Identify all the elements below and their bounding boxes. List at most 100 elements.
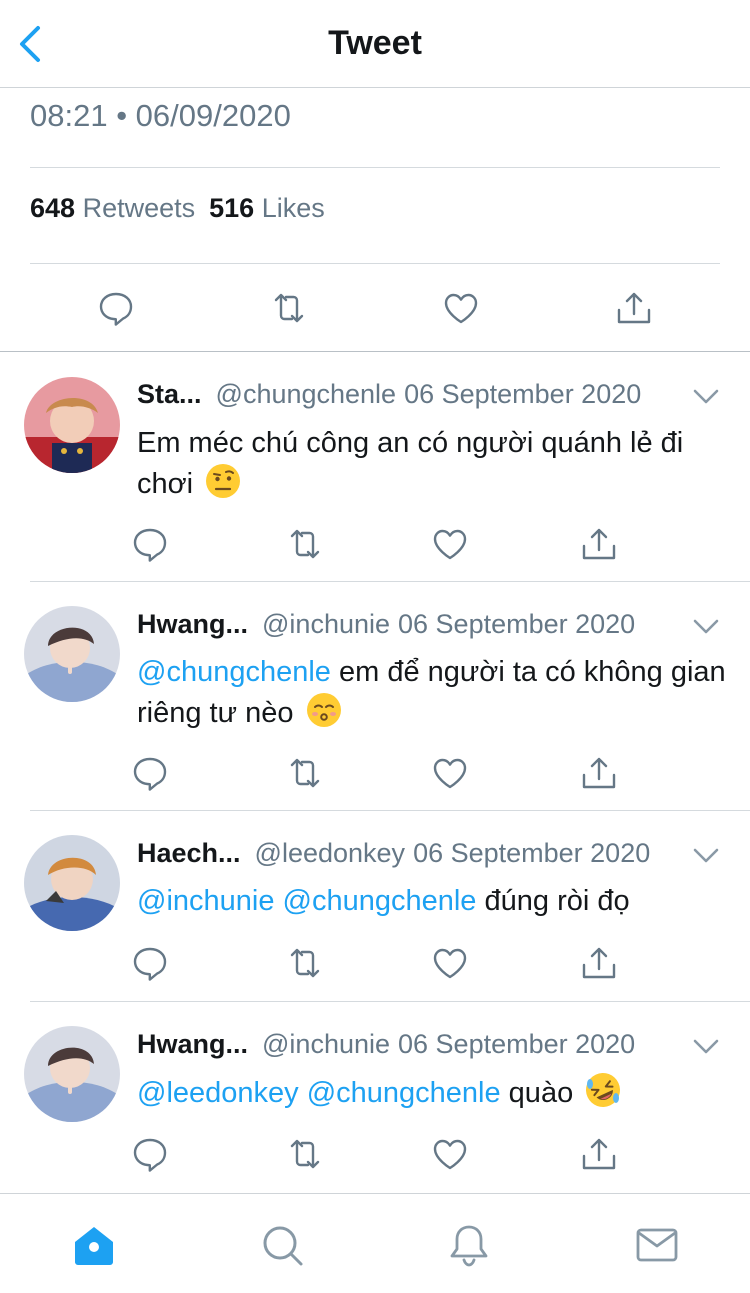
reply-text: @chungchenle em để người ta có không gia… — [137, 652, 727, 733]
reply-icon — [94, 286, 138, 330]
tab-search[interactable] — [259, 1222, 305, 1268]
retweets-stat[interactable]: 648 Retweets — [30, 193, 195, 223]
like-button[interactable] — [428, 751, 472, 795]
mention-link[interactable]: @leedonkey @chungchenle — [137, 1077, 501, 1109]
chevron-down-icon[interactable] — [692, 387, 720, 407]
retweet-button[interactable] — [283, 1132, 327, 1176]
reply-icon — [128, 522, 172, 566]
share-icon — [577, 751, 621, 795]
reply-text: @inchunie @chungchenle đúng ròi đọ — [137, 881, 727, 921]
divider — [30, 167, 720, 168]
likes-count: 516 — [209, 193, 255, 223]
avatar[interactable] — [24, 1026, 120, 1122]
tab-messages[interactable] — [634, 1222, 680, 1268]
share-icon — [577, 941, 621, 985]
like-button[interactable] — [428, 1132, 472, 1176]
reply-button[interactable] — [128, 941, 172, 985]
reply-tweet[interactable]: Hwang... @inchunie 06 September 2020 @leed… — [0, 1002, 750, 1192]
user-handle[interactable]: @leedonkey — [255, 838, 406, 868]
reply-tweet[interactable]: Sta... @chungchenle 06 September 2020 Em m… — [0, 352, 750, 581]
like-icon — [428, 751, 472, 795]
rolling-on-floor-laughing-emoji — [586, 1073, 621, 1107]
retweet-icon — [283, 751, 327, 795]
reply-header: Hwang... @inchunie 06 September 2020 — [137, 609, 635, 640]
reply-button[interactable] — [128, 751, 172, 795]
display-name[interactable]: Hwang... — [137, 1029, 248, 1059]
tweet-stats: 648 Retweets 516 Likes — [30, 193, 325, 224]
top-nav-bar: Tweet — [0, 0, 750, 88]
like-icon — [428, 522, 472, 566]
bottom-tab-bar — [0, 1193, 750, 1293]
like-button[interactable] — [428, 941, 472, 985]
reply-icon — [128, 941, 172, 985]
retweet-icon — [283, 941, 327, 985]
like-icon — [428, 941, 472, 985]
reply-tweet[interactable]: Hwang... @inchunie 06 September 2020 @chun… — [0, 582, 750, 810]
like-button[interactable] — [428, 522, 472, 566]
retweet-button[interactable] — [267, 286, 311, 330]
likes-label: Likes — [261, 193, 325, 223]
likes-stat[interactable]: 516 Likes — [209, 193, 325, 223]
reply-text-content: đúng ròi đọ — [476, 885, 630, 917]
retweet-icon — [283, 522, 327, 566]
reply-header: Haech... @leedonkey 06 September 2020 — [137, 838, 650, 869]
chevron-down-icon[interactable] — [692, 1037, 720, 1057]
tweet-action-bar — [0, 270, 750, 350]
mention-link[interactable]: @chungchenle — [137, 656, 331, 688]
share-button[interactable] — [577, 751, 621, 795]
retweet-button[interactable] — [283, 522, 327, 566]
notifications-icon — [450, 1225, 488, 1267]
retweets-count: 648 — [30, 193, 76, 223]
kissing-face-emoji — [306, 693, 341, 727]
chevron-down-icon[interactable] — [692, 617, 720, 637]
reply-text: Em méc chú công an có người quánh lẻ đi … — [137, 423, 727, 504]
chevron-down-icon[interactable] — [692, 846, 720, 866]
share-button[interactable] — [612, 286, 656, 330]
share-icon — [577, 1132, 621, 1176]
page-title: Tweet — [328, 24, 422, 62]
retweets-label: Retweets — [82, 193, 196, 223]
mention-link[interactable]: @inchunie @chungchenle — [137, 885, 476, 917]
reply-text-content: quào — [500, 1077, 574, 1109]
like-icon — [439, 286, 483, 330]
tab-notifications[interactable] — [446, 1222, 492, 1268]
retweet-button[interactable] — [283, 941, 327, 985]
tweet-timestamp: 08:21 • 06/09/2020 — [30, 98, 291, 133]
retweet-icon — [283, 1132, 327, 1176]
like-button[interactable] — [439, 286, 483, 330]
display-name[interactable]: Haech... — [137, 838, 241, 868]
reply-date: 06 September 2020 — [404, 379, 642, 409]
avatar[interactable] — [24, 377, 120, 473]
reply-date: 06 September 2020 — [398, 1029, 636, 1059]
share-button[interactable] — [577, 522, 621, 566]
reply-button[interactable] — [128, 522, 172, 566]
display-name[interactable]: Sta... — [137, 379, 202, 409]
reply-icon — [128, 1132, 172, 1176]
avatar[interactable] — [24, 606, 120, 702]
share-icon — [577, 522, 621, 566]
reply-header: Hwang... @inchunie 06 September 2020 — [137, 1029, 635, 1060]
reply-tweet[interactable]: Haech... @leedonkey 06 September 2020 @inc… — [0, 811, 750, 1001]
reply-button[interactable] — [94, 286, 138, 330]
share-button[interactable] — [577, 1132, 621, 1176]
face-with-raised-eyebrow-emoji — [206, 464, 241, 498]
user-handle[interactable]: @inchunie — [262, 1029, 390, 1059]
retweet-button[interactable] — [283, 751, 327, 795]
messages-icon — [636, 1228, 678, 1262]
avatar[interactable] — [24, 835, 120, 931]
reply-icon — [128, 751, 172, 795]
reply-header: Sta... @chungchenle 06 September 2020 — [137, 379, 641, 410]
tab-home[interactable] — [71, 1222, 117, 1268]
share-button[interactable] — [577, 941, 621, 985]
share-icon — [612, 286, 656, 330]
user-handle[interactable]: @inchunie — [262, 609, 390, 639]
reply-date: 06 September 2020 — [413, 838, 651, 868]
display-name[interactable]: Hwang... — [137, 609, 248, 639]
search-icon — [263, 1226, 303, 1266]
reply-date: 06 September 2020 — [398, 609, 636, 639]
divider — [30, 263, 720, 264]
retweet-icon — [267, 286, 311, 330]
home-icon — [75, 1227, 113, 1265]
reply-button[interactable] — [128, 1132, 172, 1176]
user-handle[interactable]: @chungchenle — [216, 379, 397, 409]
